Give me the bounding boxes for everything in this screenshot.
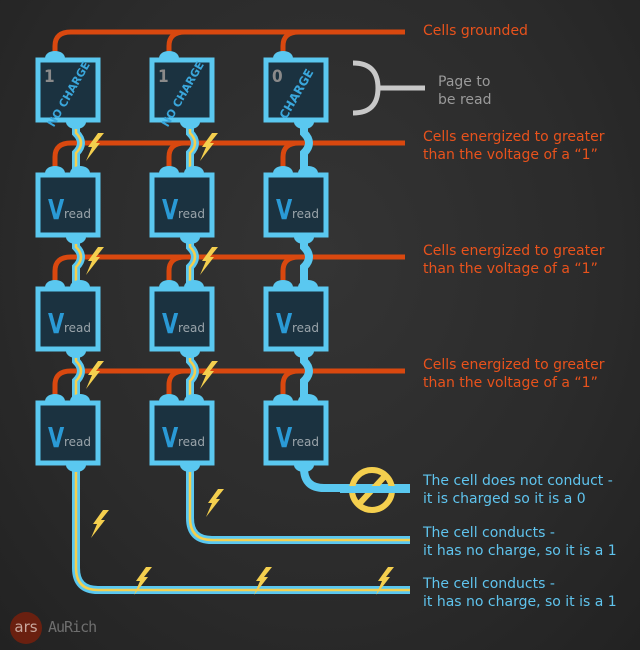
memory-cell-read: Vread <box>149 394 215 472</box>
label-energized-row-2: Cells energized to greater than the volta… <box>423 128 605 164</box>
cell-box <box>149 172 215 238</box>
lightning-bolt-icon <box>86 247 104 275</box>
ars-logo: ars <box>10 612 42 644</box>
label-energized-row-3: Cells energized to greater than the volta… <box>423 242 605 278</box>
cell-box <box>263 286 329 352</box>
lightning-bolt-icon <box>200 361 218 389</box>
voltage-subscript: read <box>292 435 319 449</box>
bracket-icon <box>352 60 425 116</box>
voltage-symbol: V <box>48 307 65 340</box>
voltage-subscript: read <box>64 207 91 221</box>
label-line: The cell conducts - <box>423 576 555 592</box>
voltage-symbol: V <box>162 421 179 454</box>
label-line: be read <box>438 92 492 108</box>
voltage-subscript: read <box>178 435 205 449</box>
prohibited-icon <box>340 467 410 513</box>
label-line: Cells energized to greater <box>423 129 605 145</box>
lightning-bolt-icon <box>206 489 224 517</box>
bit-line <box>300 124 313 169</box>
nand-read-diagram: 1 NO CHARGE Vread Vread Vread 1 NO CHARGE Vread… <box>0 0 640 650</box>
cell-box <box>35 172 101 238</box>
cell-box <box>35 400 101 466</box>
memory-cell-read: Vread <box>149 166 215 244</box>
bit-line <box>300 353 313 397</box>
label-conduct-col-1: The cell conducts - it has no charge, so … <box>423 575 617 611</box>
label-line: it is charged so it is a 0 <box>423 491 586 507</box>
label-line: The cell conducts - <box>423 525 555 541</box>
voltage-symbol: V <box>162 193 179 226</box>
label-line: than the voltage of a “1” <box>423 147 598 163</box>
voltage-subscript: read <box>64 435 91 449</box>
memory-cell-page: 1NO CHARGE <box>35 51 101 129</box>
cell-box <box>149 286 215 352</box>
voltage-subscript: read <box>178 321 205 335</box>
cell-bit-value: 0 <box>272 67 283 87</box>
voltage-symbol: V <box>48 193 65 226</box>
cell-box <box>35 286 101 352</box>
label-conduct-col-2: The cell conducts - it has no charge, so … <box>423 524 617 560</box>
label-line: Cells energized to greater <box>423 243 605 259</box>
cell-bit-value: 1 <box>44 67 55 87</box>
bit-line <box>300 239 313 283</box>
label-line: than the voltage of a “1” <box>423 261 598 277</box>
memory-cell-read: Vread <box>149 280 215 358</box>
cell-box <box>263 172 329 238</box>
label-line: it has no charge, so it is a 1 <box>423 543 617 559</box>
label-line: it has no charge, so it is a 1 <box>423 594 617 610</box>
memory-cell-page: 0CHARGE <box>263 51 329 129</box>
memory-cell-page: 1NO CHARGE <box>149 51 215 129</box>
voltage-symbol: V <box>276 421 293 454</box>
memory-cell-read: Vread <box>263 166 329 244</box>
label-energized-row-4: Cells energized to greater than the volta… <box>423 356 605 392</box>
voltage-subscript: read <box>292 207 319 221</box>
voltage-symbol: V <box>276 193 293 226</box>
label-cells-grounded: Cells grounded <box>423 23 528 39</box>
cell-box <box>149 400 215 466</box>
memory-cell-read: Vread <box>263 394 329 472</box>
label-line: Page to <box>438 74 491 90</box>
lightning-bolt-icon <box>91 510 109 538</box>
voltage-symbol: V <box>162 307 179 340</box>
memory-cell-read: Vread <box>263 280 329 358</box>
output-line-end <box>340 486 410 493</box>
lightning-bolt-icon <box>86 361 104 389</box>
label-line: Cells energized to greater <box>423 357 605 373</box>
label-page-to-be-read: Page to be read <box>438 73 491 109</box>
memory-cell-read: Vread <box>35 166 101 244</box>
label-no-conduct: The cell does not conduct - it is charged… <box>423 472 613 508</box>
memory-cell-read: Vread <box>35 280 101 358</box>
artist-signature: AuRich <box>48 618 97 636</box>
lightning-bolt-icon <box>86 133 104 161</box>
memory-cell-read: Vread <box>35 394 101 472</box>
voltage-subscript: read <box>64 321 91 335</box>
cell-box <box>263 400 329 466</box>
voltage-subscript: read <box>178 207 205 221</box>
label-line: than the voltage of a “1” <box>423 375 598 391</box>
voltage-subscript: read <box>292 321 319 335</box>
output-line <box>186 467 410 544</box>
cell-bit-value: 1 <box>158 67 169 87</box>
lightning-bolt-icon <box>200 133 218 161</box>
lightning-bolt-icon <box>200 247 218 275</box>
voltage-symbol: V <box>276 307 293 340</box>
label-line: The cell does not conduct - <box>423 473 613 489</box>
current-flow <box>188 467 410 542</box>
voltage-symbol: V <box>48 421 65 454</box>
